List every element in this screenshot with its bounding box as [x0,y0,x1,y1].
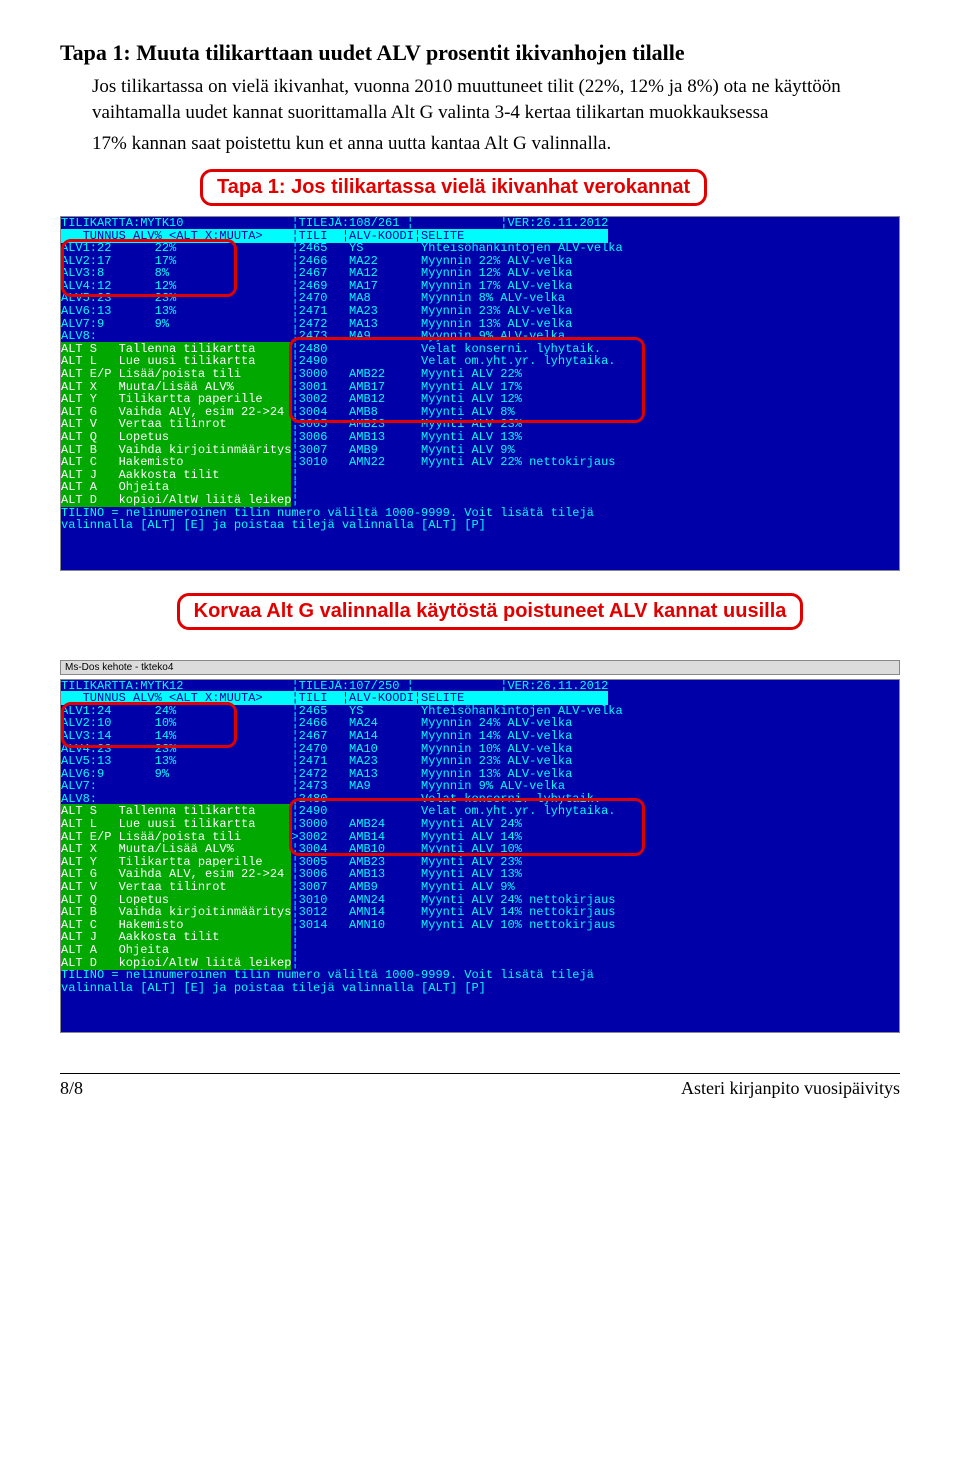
annotation-2: Korvaa Alt G valinnalla käytöstä poistun… [177,593,804,630]
terminal-1: TILIKARTTA:MYTK10 ¦TILEJÄ:108/261 ¦ ¦VER… [60,216,900,571]
page-footer: 8/8 Asteri kirjanpito vuosipäivitys [60,1073,900,1099]
page-heading: Tapa 1: Muuta tilikarttaan uudet ALV pro… [60,40,900,66]
footer-page-number: 8/8 [60,1078,83,1099]
footer-title: Asteri kirjanpito vuosipäivitys [681,1078,900,1099]
window-titlebar-2: Ms-Dos kehote - tkteko4 [60,660,900,675]
annotation-1: Tapa 1: Jos tilikartassa vielä ikivanhat… [200,169,707,206]
paragraph-1: Jos tilikartassa on vielä ikivanhat, vuo… [60,74,900,125]
terminal-2: TILIKARTTA:MYTK12 ¦TILEJÄ:107/250 ¦ ¦VER… [60,679,900,1034]
paragraph-2: 17% kannan saat poistettu kun et anna uu… [60,131,900,157]
